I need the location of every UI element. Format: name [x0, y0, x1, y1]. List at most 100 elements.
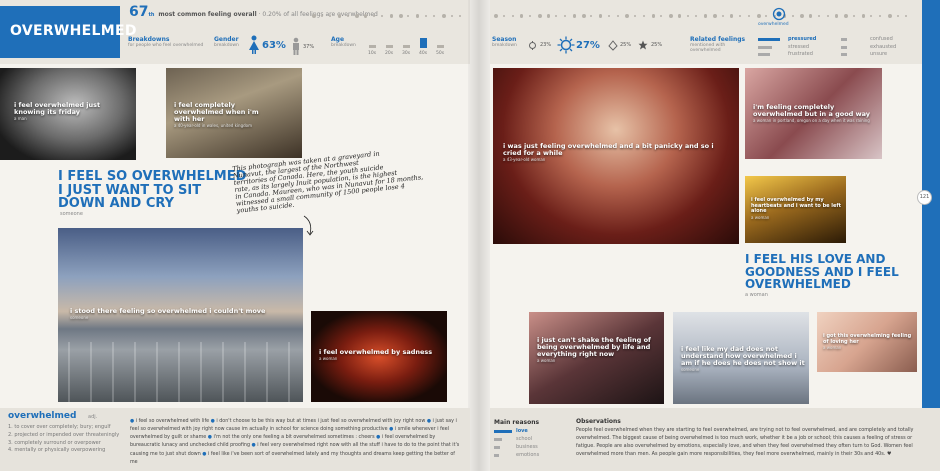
related-item: stressed — [788, 44, 810, 50]
scale-dot — [329, 15, 332, 17]
caption-text: i feel overwhelmed by my heartbeats and … — [751, 197, 841, 214]
scale-dot — [381, 15, 384, 17]
related-label-block: Related feelings mentioned with overwhel… — [690, 36, 755, 58]
age-bar — [403, 44, 410, 48]
scale-dot — [686, 15, 689, 17]
scale-dot — [338, 14, 342, 18]
gender-label-block: Gender breakdown — [214, 36, 246, 58]
reason-bar — [494, 446, 500, 449]
scale-dot — [712, 14, 717, 18]
gender-female-pct: 63% — [262, 40, 286, 51]
scale-dot — [607, 15, 610, 17]
scale-dot — [372, 15, 375, 17]
female-icon — [249, 35, 259, 54]
age-chart: 10s 20s 30s 40s 50s — [367, 36, 463, 60]
photo-kitchen: i feel completely overwhelmed when i'm w… — [166, 68, 302, 158]
page-title: OVERWHELMED — [10, 23, 137, 39]
quote-line: I FEEL SO OVERWHELMED — [58, 169, 247, 184]
age-bar — [420, 38, 427, 48]
season-sub: breakdown — [492, 43, 517, 48]
scale-dot — [398, 14, 403, 18]
hand-arrow-icon — [303, 215, 314, 236]
sentence: i feel so overwhelmed with life — [135, 419, 210, 424]
photo-red-sadness: i feel overwhelmed by sadness a woman — [311, 311, 447, 402]
breakdowns-sub: for people who feel overwhelmed — [128, 43, 204, 48]
scale-dot — [616, 15, 619, 17]
related-item: pressured — [788, 36, 817, 42]
definition-item: 2. projected or impended over threatenin… — [8, 431, 120, 438]
related-bar-3 — [758, 53, 770, 56]
reasons-list: love school business emotions — [494, 428, 572, 468]
photo-caption: i feel completely overwhelmed when i'm w… — [174, 101, 270, 129]
scale-dot — [599, 14, 603, 18]
quote-1: I FEEL SO OVERWHELMED I JUST WANT TO SIT… — [58, 170, 246, 211]
scale-dot — [660, 15, 663, 17]
photo-graveyard: i stood there feeling so overwhelmed i c… — [58, 228, 303, 402]
season-autumn-pct: 25% — [620, 42, 632, 48]
scale-dot — [555, 15, 558, 17]
age-bar-label: 30s — [402, 51, 411, 56]
scale-dot — [355, 14, 360, 18]
scale-dot — [346, 15, 349, 17]
observations-title: Observations — [576, 418, 621, 425]
photo-shake-feeling: i just can't shake the feeling of being … — [529, 312, 664, 404]
photo-dad-understand: i feel like my dad does not understand h… — [673, 312, 809, 404]
caption-text: i got this overwhelming feeling of lovin… — [823, 333, 912, 345]
scale-dot — [809, 14, 813, 18]
scale-dot — [826, 15, 829, 17]
scale-dot — [905, 15, 908, 17]
spring-icon — [529, 41, 536, 50]
reason-bar — [494, 430, 512, 433]
quote-line: DOWN AND CRY — [58, 196, 175, 212]
scale-dot — [747, 15, 750, 17]
scale-dot — [870, 15, 873, 17]
reason-bar — [494, 454, 499, 457]
scale-dot — [459, 15, 462, 17]
scale-dot — [424, 15, 427, 17]
sentences-block: ● i feel so overwhelmed with life ● i do… — [130, 419, 460, 465]
caption-sub: a man — [14, 116, 27, 122]
scale-dot — [791, 15, 794, 17]
age-sub: breakdown — [331, 43, 356, 48]
blue-edge-tab — [922, 0, 940, 471]
reason-bar — [494, 438, 502, 441]
scale-dot — [312, 14, 316, 18]
caption-sub: someone — [70, 315, 89, 321]
left-header: OVERWHELMED 67th most common feeling ove… — [0, 0, 470, 64]
winter-snowflake-icon — [638, 40, 648, 50]
scale-dot — [765, 15, 768, 17]
observations-text: People feel overwhelmed when they are st… — [576, 427, 914, 457]
rank-marker-label: overwhelmed — [758, 22, 789, 27]
rank-number: 67 — [129, 4, 149, 20]
reason-item: business — [516, 444, 538, 450]
photo-caption: i feel overwhelmed by sadness a woman — [319, 348, 439, 362]
scale-dot — [572, 14, 576, 18]
definition-item: 1. to cover over completely; bury; engul… — [8, 424, 111, 430]
scale-dot — [320, 15, 323, 17]
gender-sub: breakdown — [214, 43, 239, 48]
scale-dot — [407, 15, 410, 17]
scale-dot — [494, 14, 498, 18]
scale-dot — [896, 15, 899, 17]
related-item: unsure — [870, 51, 888, 57]
photo-caption: i got this overwhelming feeling of lovin… — [823, 333, 913, 350]
graveyard-crosses — [58, 342, 303, 402]
quote-line: I FEEL HIS LOVE AND — [745, 252, 886, 266]
page-number: 121 — [917, 190, 932, 205]
gender-label: Gender — [214, 36, 239, 43]
caption-text: i was just feeling overwhelmed and a bit… — [503, 142, 714, 158]
scale-dot — [677, 14, 681, 18]
book-spread: OVERWHELMED 67th most common feeling ove… — [0, 0, 940, 471]
scale-dot — [625, 14, 630, 18]
caption-text: i feel completely overwhelmed when i'm w… — [174, 101, 259, 124]
scale-dot — [817, 15, 820, 17]
scale-dot — [669, 14, 673, 18]
scale-dot — [511, 15, 514, 17]
rank-suffix: th — [148, 12, 155, 18]
caption-text: i feel overwhelmed by sadness — [319, 348, 433, 356]
scale-dot — [730, 14, 734, 18]
definition-item: 3. completely surround or overpower — [8, 439, 101, 446]
definition-word: overwhelmed — [8, 411, 77, 421]
caption-sub: a woman in portland, oregon on a day whe… — [753, 118, 870, 124]
quote-2-sub: a woman — [745, 292, 768, 298]
